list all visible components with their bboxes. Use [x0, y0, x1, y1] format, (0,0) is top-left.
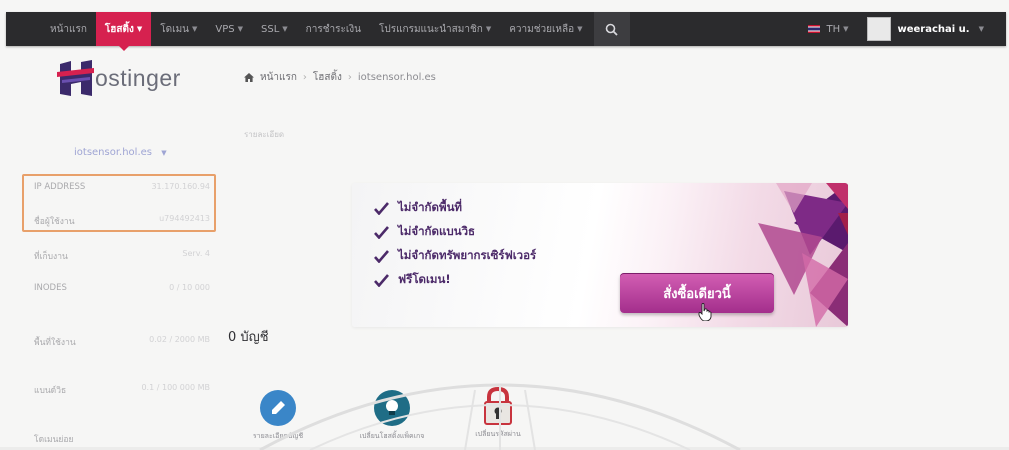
stat-server: ที่เก็บงาน Serv. 4	[34, 249, 210, 262]
chevron-down-icon: ▼	[282, 25, 288, 33]
stat-ip-address: IP ADDRESS 31.170.160.94	[34, 182, 210, 192]
order-now-button[interactable]: สั่งซื้อเดียวนี้	[620, 273, 774, 313]
nav-domains[interactable]: โดเมน ▼	[151, 12, 206, 46]
nav-hosting[interactable]: โฮสติ้ง ▼	[95, 12, 152, 51]
nav-vps[interactable]: VPS ▼	[206, 12, 252, 46]
breadcrumb-separator: ›	[347, 72, 352, 83]
chevron-down-icon: ▼	[161, 149, 167, 157]
breadcrumb-hosting[interactable]: โฮสติ้ง	[313, 70, 342, 85]
promo-item: ฟรีโดเมน!	[374, 271, 451, 289]
accounts-count: 0 บัญชี	[228, 330, 269, 345]
nav-referral[interactable]: โปรแกรมแนะนำสมาชิก ▼	[370, 12, 500, 46]
change-package-button[interactable]: เปลี่ยนโฮสติ้งแพ็คเกจ	[352, 390, 432, 442]
section-label: รายละเอียด	[244, 130, 285, 139]
promo-item: ไม่จำกัดแบนวิธ	[374, 223, 475, 241]
page: หน้าแรก โฮสติ้ง ▼ โดเมน ▼ VPS ▼ SSL ▼ การชำร…	[0, 0, 1009, 450]
nav-help[interactable]: ความช่วยเหลือ ▼	[500, 12, 591, 46]
language-selector[interactable]: TH ▼	[799, 12, 857, 46]
search-button[interactable]	[593, 12, 630, 46]
domain-selector[interactable]: iotsensor.hol.es ▼	[74, 147, 167, 158]
search-icon	[605, 23, 618, 36]
chevron-down-icon: ▼	[136, 25, 143, 33]
breadcrumb-current: iotsensor.hol.es	[357, 72, 436, 83]
user-menu[interactable]: weerachai u. ▼	[858, 12, 1007, 46]
chevron-down-icon: ▼	[843, 25, 849, 33]
lightbulb-icon	[374, 390, 410, 426]
stat-username: ชื่อผู้ใช้งาน u794492413	[34, 214, 210, 227]
nav-home[interactable]: หน้าแรก	[6, 12, 96, 46]
avatar	[866, 17, 891, 41]
promo-banner: ไม่จำกัดพื้นที่ ไม่จำกัดแบนวิธ ไม่จำกัดท…	[352, 183, 848, 327]
checkmark-icon	[374, 201, 389, 215]
checkmark-icon	[374, 249, 389, 263]
chevron-down-icon: ▼	[978, 25, 984, 33]
top-navbar: หน้าแรก โฮสติ้ง ▼ โดเมน ▼ VPS ▼ SSL ▼ การชำร…	[6, 12, 1007, 51]
checkmark-icon	[374, 225, 389, 239]
stat-disk-usage: พื้นที่ใช้งาน 0.02 / 2000 MB	[34, 335, 210, 348]
hand-cursor-icon	[698, 303, 712, 321]
hostinger-logo[interactable]: ostinger	[56, 58, 181, 98]
hostinger-h-logo-icon	[57, 60, 94, 96]
chevron-down-icon: ▼	[237, 25, 243, 33]
promo-item: ไม่จำกัดทรัพยากรเซิร์ฟเวอร์	[374, 247, 536, 265]
stat-inodes: INODES 0 / 10 000	[34, 283, 210, 293]
chevron-down-icon: ▼	[485, 25, 492, 33]
breadcrumb-separator: ›	[302, 72, 307, 83]
info-icon	[260, 390, 296, 426]
breadcrumb: หน้าแรก › โฮสติ้ง › iotsensor.hol.es	[244, 70, 436, 85]
change-password-button[interactable]: เปลี่ยนรหัสผ่าน	[458, 387, 538, 440]
stat-bandwidth: แบนด์วิธ 0.1 / 100 000 MB	[34, 383, 210, 396]
nav-ssl[interactable]: SSL ▼	[252, 12, 297, 46]
chevron-down-icon: ▼	[577, 25, 583, 33]
breadcrumb-home[interactable]: หน้าแรก	[260, 70, 297, 85]
account-details-button[interactable]: รายละเอียดบัญชี	[238, 390, 318, 442]
stat-subdomains: โดเมนย่อย	[34, 435, 74, 445]
home-icon	[244, 73, 254, 82]
chevron-down-icon: ▼	[192, 25, 198, 33]
lock-icon	[480, 387, 516, 425]
thai-flag-icon	[808, 25, 821, 33]
nav-billing[interactable]: การชำระเงิน	[297, 12, 370, 46]
checkmark-icon	[374, 273, 389, 287]
promo-item: ไม่จำกัดพื้นที่	[374, 199, 462, 217]
